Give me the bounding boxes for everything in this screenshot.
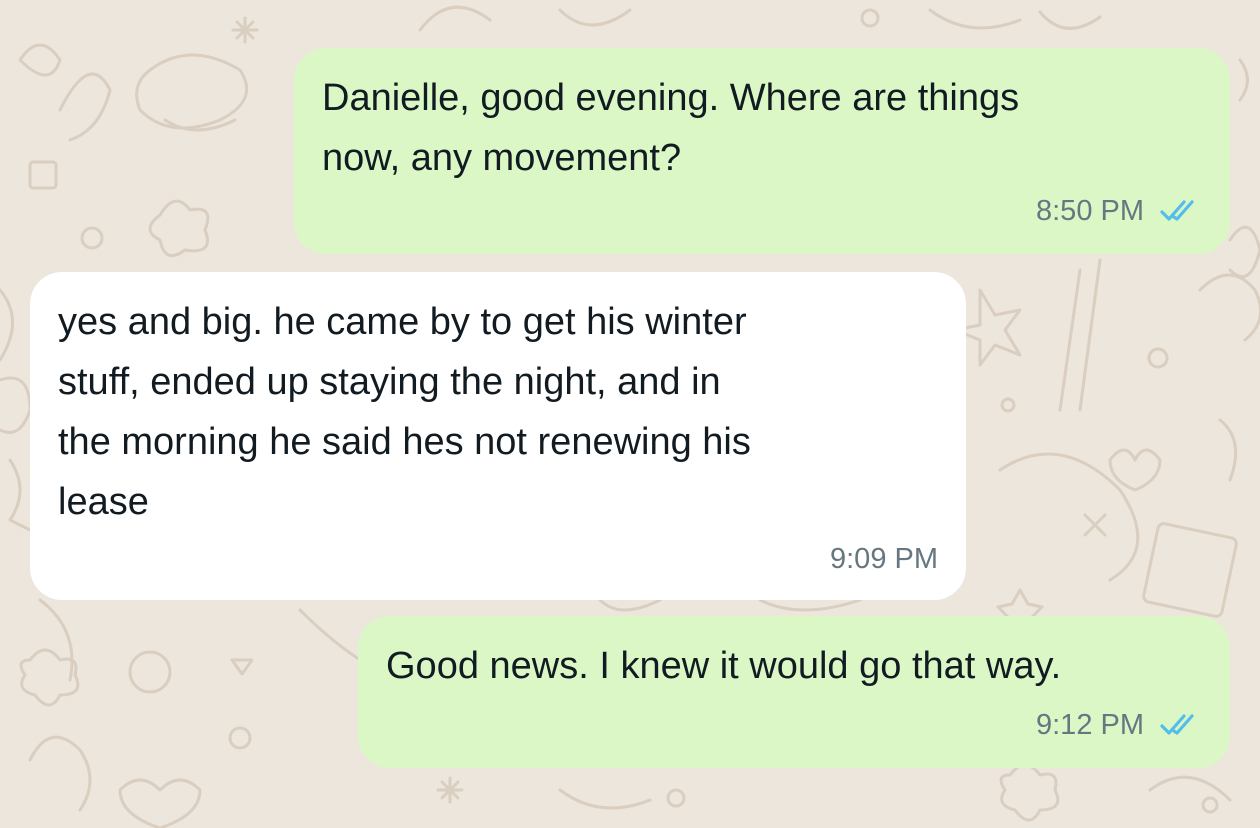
outgoing-message-bubble[interactable]: Danielle, good evening. Where are things… <box>294 48 1230 254</box>
message-meta: 8:50 PM <box>1036 194 1204 228</box>
message-meta: 9:09 PM <box>830 542 938 576</box>
message-timestamp: 9:12 PM <box>1036 709 1144 741</box>
incoming-message-bubble[interactable]: yes and big. he came by to get his winte… <box>30 272 966 600</box>
double-check-icon <box>1160 200 1194 221</box>
message-timestamp: 9:09 PM <box>830 543 938 575</box>
message-text: Danielle, good evening. Where are things… <box>322 77 1020 179</box>
outgoing-message-bubble[interactable]: Good news. I knew it would go that way. … <box>358 616 1230 768</box>
message-timestamp: 8:50 PM <box>1036 195 1144 227</box>
message-meta: 9:12 PM <box>1036 708 1204 742</box>
message-text: yes and big. he came by to get his winte… <box>58 301 751 523</box>
double-check-icon <box>1160 714 1194 735</box>
message-text: Good news. I knew it would go that way. <box>386 645 1062 687</box>
